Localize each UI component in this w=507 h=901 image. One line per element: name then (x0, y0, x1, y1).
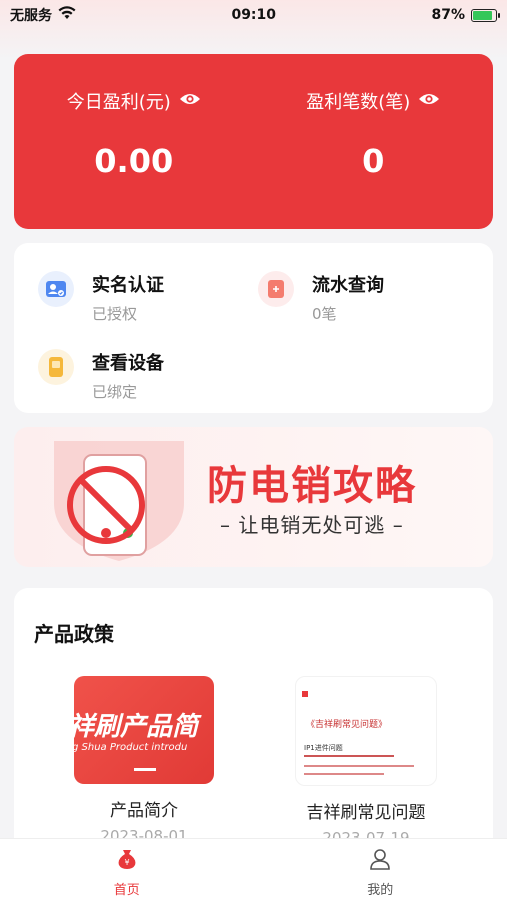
service-title: 实名认证 (92, 271, 164, 297)
profit-count-value: 0 (362, 142, 384, 180)
service-card: 实名认证 已授权 流水查询 0笔 查看设备 已绑定 (14, 243, 493, 413)
product-name: 产品简介 (54, 796, 234, 821)
device-icon (38, 349, 74, 385)
user-icon (368, 847, 392, 875)
product-policy-card: 产品政策 祥刷产品简 g Shua Product introdu 产品简介 2… (14, 588, 493, 848)
carrier-text: 无服务 (10, 5, 52, 25)
receipt-icon (258, 271, 294, 307)
service-title: 流水查询 (312, 271, 384, 297)
money-bag-icon: ¥ (115, 847, 139, 875)
product-thumbnail: 祥刷产品简 g Shua Product introdu (74, 676, 214, 784)
eye-icon[interactable] (418, 91, 440, 112)
service-title: 查看设备 (92, 349, 164, 375)
battery-icon (471, 9, 497, 22)
today-profit-value: 0.00 (94, 142, 173, 180)
product-thumbnail: 《吉祥刷常见问题》 IP1进件问题 (295, 676, 437, 786)
wifi-icon (58, 6, 76, 24)
product-name: 吉祥刷常见问题 (276, 798, 456, 823)
today-profit: 今日盈利(元) 0.00 (14, 54, 254, 229)
id-card-icon (38, 271, 74, 307)
anti-telemarketing-banner[interactable]: 防电销攻略 – 让电销无处可逃 – (14, 427, 493, 567)
tab-mine[interactable]: 我的 (254, 839, 507, 901)
clock-text: 09:10 (231, 7, 276, 23)
thumbnail-subtitle: g Shua Product introdu (74, 742, 187, 753)
no-phone-icon (44, 433, 194, 563)
tab-label: 首页 (114, 879, 140, 898)
profit-count-label: 盈利笔数(笔) (306, 88, 410, 114)
section-title: 产品政策 (34, 618, 114, 647)
service-status: 已绑定 (92, 381, 164, 402)
service-status: 0笔 (312, 303, 384, 324)
tab-home[interactable]: ¥ 首页 (0, 839, 254, 901)
svg-text:¥: ¥ (124, 858, 129, 867)
profit-card: 今日盈利(元) 0.00 盈利笔数(笔) 0 (14, 54, 493, 229)
thumbnail-title: 祥刷产品简 (74, 706, 198, 743)
service-status: 已授权 (92, 303, 164, 324)
status-bar: 无服务 09:10 87% (0, 0, 507, 30)
product-item-intro[interactable]: 祥刷产品简 g Shua Product introdu 产品简介 2023-0… (54, 676, 234, 845)
profit-count: 盈利笔数(笔) 0 (254, 54, 494, 229)
service-real-name[interactable]: 实名认证 已授权 (38, 271, 164, 324)
banner-subtitle: – 让电销无处可逃 – (220, 509, 404, 538)
banner-title: 防电销攻略 (207, 453, 417, 511)
battery-percent: 87% (431, 7, 465, 23)
tab-label: 我的 (367, 879, 393, 898)
service-flow-query[interactable]: 流水查询 0笔 (258, 271, 384, 324)
thumbnail-title: 《吉祥刷常见问题》 (306, 717, 387, 730)
service-view-device[interactable]: 查看设备 已绑定 (38, 349, 164, 402)
bottom-tab-bar: ¥ 首页 我的 (0, 838, 507, 901)
thumbnail-subtitle: IP1进件问题 (304, 743, 343, 753)
product-item-faq[interactable]: 《吉祥刷常见问题》 IP1进件问题 吉祥刷常见问题 2023-07-19 (276, 676, 456, 847)
today-profit-label: 今日盈利(元) (67, 88, 171, 114)
eye-icon[interactable] (179, 91, 201, 112)
